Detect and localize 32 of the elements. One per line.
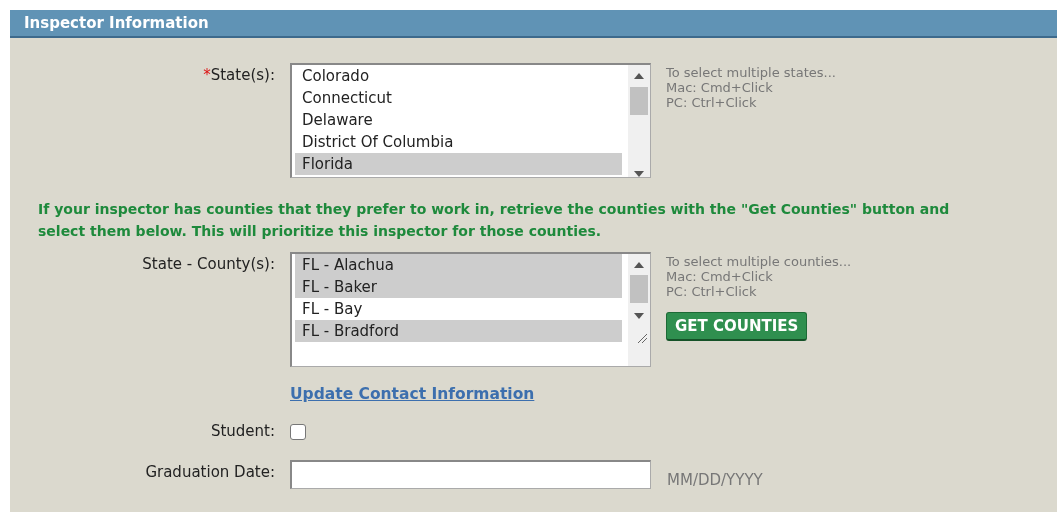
hint-text: To select multiple counties... Mac: Cmd+Click PC: Ctrl+Click bbox=[666, 254, 852, 299]
notice-text: If your inspector has counties that they prefer to work in, retrieve the counties with the "Get Counties" button and select them below. This will prioritize this inspector for those counties. bbox=[37, 200, 951, 241]
list-option[interactable]: FL - Bradford bbox=[295, 320, 622, 342]
required-mark: * bbox=[203, 66, 211, 84]
list-option[interactable]: Florida bbox=[295, 153, 622, 175]
field-label: State - County(s): bbox=[141, 254, 276, 273]
field-label: Student: bbox=[209, 421, 276, 440]
get-counties-button[interactable]: GET COUNTIES bbox=[666, 312, 808, 341]
resize-grip-icon[interactable] bbox=[637, 333, 647, 343]
student-checkbox[interactable] bbox=[290, 424, 306, 440]
date-input-field[interactable] bbox=[290, 460, 651, 489]
scrollbar-thumb[interactable] bbox=[630, 87, 648, 115]
list-option[interactable]: Colorado bbox=[295, 65, 622, 87]
section-header: Inspector Information bbox=[10, 10, 1057, 38]
list-option[interactable]: FL - Bay bbox=[295, 298, 622, 320]
field-label: Graduation Date: bbox=[144, 462, 276, 481]
list-option[interactable]: FL - Baker bbox=[295, 276, 622, 298]
scroll-up-icon[interactable] bbox=[634, 73, 644, 79]
list-option[interactable]: District Of Columbia bbox=[295, 131, 622, 153]
hint-text: To select multiple states... Mac: Cmd+Click PC: Ctrl+Click bbox=[666, 65, 836, 110]
scroll-down-icon[interactable] bbox=[634, 313, 644, 319]
scroll-up-icon[interactable] bbox=[634, 262, 644, 268]
list-option[interactable]: FL - Alachua bbox=[295, 254, 622, 276]
format-hint: MM/DD/YYYY bbox=[666, 470, 763, 489]
list-box[interactable]: Colorado Connecticut Delaware District Of Columbia Florida bbox=[290, 63, 651, 178]
update-contact-link[interactable]: Update Contact Information bbox=[290, 383, 535, 403]
list-option[interactable]: Connecticut bbox=[295, 87, 622, 109]
scroll-down-icon[interactable] bbox=[634, 171, 644, 177]
field-label: State(s): bbox=[210, 66, 275, 84]
list-option[interactable]: Delaware bbox=[295, 109, 622, 131]
list-box[interactable]: FL - Alachua FL - Baker FL - Bay FL - Bradford bbox=[290, 252, 651, 367]
scrollbar-thumb[interactable] bbox=[630, 275, 648, 303]
